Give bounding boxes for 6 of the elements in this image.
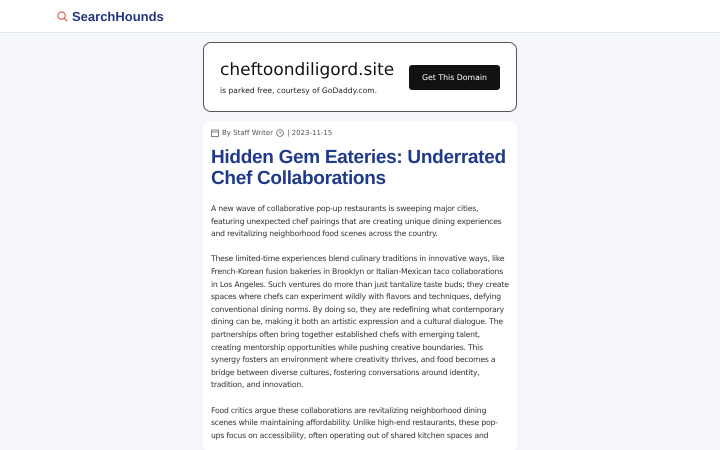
- clock-icon: [276, 129, 284, 137]
- search-icon: [57, 10, 68, 22]
- brand-logo[interactable]: SearchHounds: [72, 8, 164, 24]
- article-title: Hidden Gem Eateries: Underrated Chef Collaborations: [211, 147, 507, 189]
- domain-name: cheftoondiligord.site: [220, 60, 394, 80]
- calendar-icon: [211, 129, 219, 137]
